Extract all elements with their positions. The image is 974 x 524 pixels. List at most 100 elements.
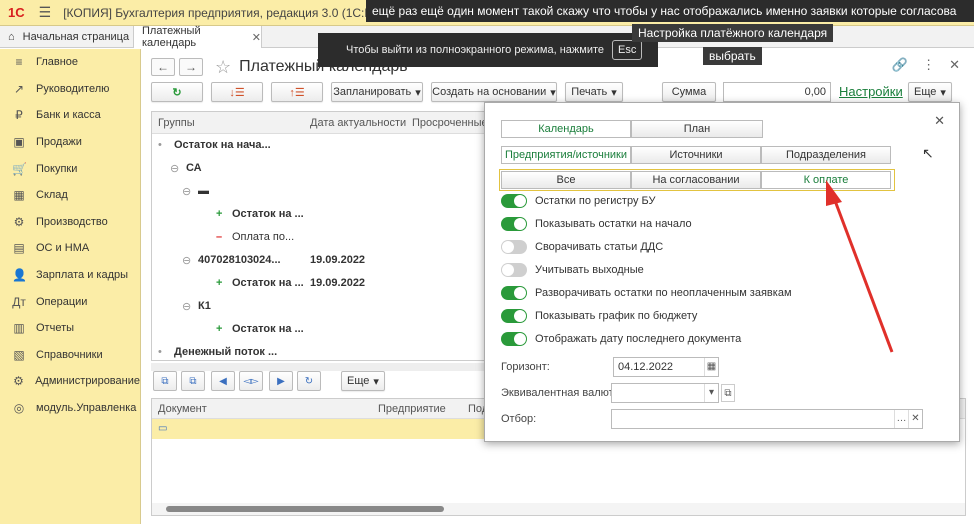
sidebar-item[interactable]: ▧ Справочники bbox=[0, 342, 140, 369]
close-icon[interactable]: ✕ bbox=[252, 31, 261, 44]
sidebar-item[interactable]: ◎ модуль.Управленка bbox=[0, 395, 140, 422]
sidebar-item[interactable]: ↗ Руководителю bbox=[0, 76, 140, 103]
row-marker[interactable]: • bbox=[158, 139, 162, 151]
open-icon[interactable]: ⧉ bbox=[721, 384, 735, 402]
sidebar-item[interactable]: ▦ Склад bbox=[0, 182, 140, 209]
toggle-switch[interactable] bbox=[501, 286, 527, 300]
toggle-row[interactable]: Разворачивать остатки по неоплаченным за… bbox=[501, 283, 792, 303]
row-marker[interactable]: ⊖ bbox=[182, 300, 191, 313]
toggle-switch[interactable] bbox=[501, 194, 527, 208]
create-based-button[interactable]: Создать на основании ▾ bbox=[431, 82, 557, 102]
table-row[interactable]: ⊖ СА bbox=[152, 157, 486, 180]
center-icon[interactable]: ◅▻ bbox=[239, 371, 263, 391]
schedule-button[interactable]: Запланировать ▾ bbox=[331, 82, 423, 102]
table-row[interactable]: • Остаток на нача... bbox=[152, 134, 486, 157]
row-marker[interactable]: ⊖ bbox=[182, 185, 191, 198]
seg-divisions[interactable]: Подразделения bbox=[761, 146, 891, 164]
seg-to-pay[interactable]: К оплате bbox=[761, 171, 891, 189]
close-popup-icon[interactable]: ✕ bbox=[934, 113, 945, 129]
next-icon[interactable]: ▶ bbox=[269, 371, 293, 391]
seg-all[interactable]: Все bbox=[501, 171, 631, 189]
toggle-row[interactable]: Учитывать выходные bbox=[501, 260, 644, 280]
toggle-row[interactable]: Сворачивать статьи ДДС bbox=[501, 237, 663, 257]
sidebar-item[interactable]: ⚙ Производство bbox=[0, 209, 140, 236]
calendar-icon[interactable]: ▦ bbox=[704, 358, 718, 376]
table-row[interactable]: ⊖ ▬ bbox=[152, 180, 486, 203]
row-marker[interactable]: + bbox=[216, 323, 222, 335]
sidebar-item[interactable]: ₽ Банк и касса bbox=[0, 102, 140, 129]
toggle-switch[interactable] bbox=[501, 263, 527, 277]
row-marker[interactable]: ⊖ bbox=[170, 162, 179, 175]
sum-button[interactable]: Сумма bbox=[662, 82, 716, 102]
toggle-knob bbox=[514, 218, 526, 230]
sidebar-item[interactable]: ⚙ Администрирование bbox=[0, 368, 140, 395]
sort-asc-icon[interactable]: ↑☰ bbox=[271, 82, 323, 102]
toggle-row[interactable]: Остатки по регистру БУ bbox=[501, 191, 655, 211]
seg-sources[interactable]: Источники bbox=[631, 146, 761, 164]
table-row[interactable]: + Остаток на ... 19.09.2022 bbox=[152, 272, 486, 295]
table-row[interactable]: – Оплата по... bbox=[152, 226, 486, 249]
horizon-field[interactable]: 04.12.2022 ▦ bbox=[613, 357, 719, 377]
row-marker[interactable]: • bbox=[158, 346, 162, 358]
row-marker[interactable]: + bbox=[216, 277, 222, 289]
print-button[interactable]: Печать ▾ bbox=[565, 82, 623, 102]
sidebar-item[interactable]: ▥ Отчеты bbox=[0, 315, 140, 342]
sum-field[interactable]: 0,00 bbox=[723, 82, 831, 102]
forward-button[interactable]: → bbox=[179, 58, 203, 76]
chevron-down-icon[interactable]: ▾ bbox=[704, 384, 718, 402]
sidebar-item[interactable]: ≡ Главное bbox=[0, 49, 140, 76]
toggle-switch[interactable] bbox=[501, 309, 527, 323]
favorite-star-icon[interactable]: ☆ bbox=[215, 57, 231, 78]
groups-grid[interactable]: Группы Дата актуальности Просроченные • О… bbox=[151, 111, 487, 361]
toggle-row[interactable]: Отображать дату последнего документа bbox=[501, 329, 741, 349]
table-row[interactable]: ▭ bbox=[152, 419, 495, 439]
close-form-icon[interactable]: ✕ bbox=[949, 57, 960, 73]
grid-scrollbar[interactable] bbox=[151, 363, 487, 371]
sidebar-item[interactable]: 🛒 Покупки bbox=[0, 155, 140, 182]
sort-desc-icon[interactable]: ↓☰ bbox=[211, 82, 263, 102]
toggle-switch[interactable] bbox=[501, 217, 527, 231]
row-marker[interactable]: + bbox=[216, 208, 222, 220]
clear-icon[interactable]: ✕ bbox=[908, 410, 922, 428]
table-row[interactable]: + Остаток на ... bbox=[152, 318, 486, 341]
main-menu-icon[interactable]: ☰ bbox=[39, 4, 52, 21]
row-marker[interactable]: – bbox=[216, 231, 222, 243]
scroll-thumb[interactable] bbox=[166, 506, 444, 512]
doc-more-button[interactable]: Еще ▾ bbox=[341, 371, 385, 391]
sidebar-item[interactable]: ▤ ОС и НМА bbox=[0, 235, 140, 262]
seg-plan[interactable]: План bbox=[631, 120, 763, 138]
link-icon[interactable]: 🔗 bbox=[892, 57, 908, 73]
table-row[interactable]: • Денежный поток ... bbox=[152, 341, 486, 360]
copy-down-icon[interactable]: ⧉ bbox=[181, 371, 205, 391]
sidebar-item[interactable]: Дт Операции bbox=[0, 288, 140, 315]
sidebar-item[interactable]: ▣ Продажи bbox=[0, 129, 140, 156]
sidebar-item[interactable]: 👤 Зарплата и кадры bbox=[0, 262, 140, 289]
copy-up-icon[interactable]: ⧉ bbox=[153, 371, 177, 391]
table-row[interactable]: ⊖ 407028103024... 19.09.2022 bbox=[152, 249, 486, 272]
toggle-row[interactable]: Показывать график по бюджету bbox=[501, 306, 697, 326]
refresh-button[interactable]: ↻ bbox=[151, 82, 203, 102]
select-icon[interactable]: … bbox=[894, 410, 908, 428]
toggle-row[interactable]: Показывать остатки на начало bbox=[501, 214, 692, 234]
currency-field[interactable]: ▾ bbox=[611, 383, 719, 403]
row-date: 19.09.2022 bbox=[310, 277, 366, 289]
refresh-doc-icon[interactable]: ↻ bbox=[297, 371, 321, 391]
more-vertical-icon[interactable]: ⋮ bbox=[922, 57, 935, 73]
seg-calendar[interactable]: Календарь bbox=[501, 120, 631, 138]
tab-home[interactable]: ⌂ Начальная страница bbox=[0, 26, 134, 48]
toggle-switch[interactable] bbox=[501, 332, 527, 346]
col-groups: Группы bbox=[158, 117, 195, 129]
tab-payment-calendar[interactable]: Платежный календарь ✕ bbox=[134, 25, 262, 49]
table-row[interactable]: ⊖ К1 bbox=[152, 295, 486, 318]
settings-link[interactable]: Настройки bbox=[839, 84, 903, 99]
toggle-switch[interactable] bbox=[501, 240, 527, 254]
seg-on-approval[interactable]: На согласовании bbox=[631, 171, 761, 189]
more-button[interactable]: Еще ▾ bbox=[908, 82, 952, 102]
prev-icon[interactable]: ◀ bbox=[211, 371, 235, 391]
doc-grid-scrollbar[interactable] bbox=[152, 503, 965, 515]
table-row[interactable]: + Остаток на ... bbox=[152, 203, 486, 226]
back-button[interactable]: ← bbox=[151, 58, 175, 76]
filter-field[interactable]: … ✕ bbox=[611, 409, 923, 429]
row-marker[interactable]: ⊖ bbox=[182, 254, 191, 267]
seg-enterprises[interactable]: Предприятия/источники bbox=[501, 146, 631, 164]
